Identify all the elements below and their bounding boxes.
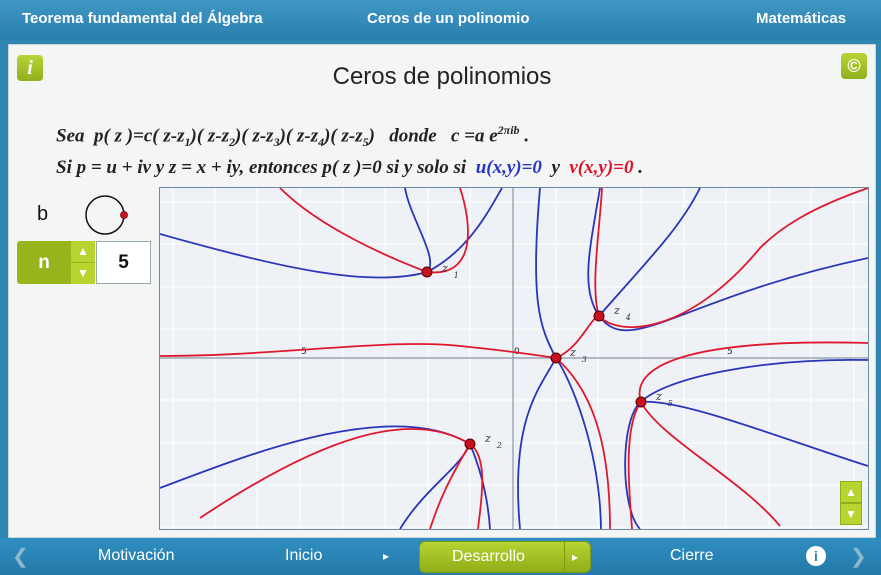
n-value-field[interactable]: 5 xyxy=(96,241,151,284)
top-bar: Teorema fundamental del Álgebra Ceros de… xyxy=(0,0,881,40)
v-curve-12 xyxy=(640,401,781,527)
graph-svg: 5 0 5 z1 z2 z3 z4 z5 xyxy=(160,188,868,529)
zoom-in-button[interactable]: ▲ xyxy=(840,481,862,503)
tick-label-neg5: 5 xyxy=(301,347,307,357)
course-title: Teorema fundamental del Álgebra xyxy=(22,10,263,27)
zero-label-4: z4 xyxy=(613,304,631,322)
prev-arrow-icon[interactable]: ❮ xyxy=(12,544,29,569)
b-handle[interactable] xyxy=(120,211,128,219)
desarrollo-arrow-icon: ▸ xyxy=(572,550,579,564)
u-curve-14 xyxy=(640,400,868,467)
zero-point-1[interactable] xyxy=(421,266,433,278)
zero-label-3: z3 xyxy=(569,346,587,364)
page-title: Ceros de polinomios xyxy=(332,63,552,90)
zero-label-2: z2 xyxy=(484,432,502,450)
n-decrement-button[interactable]: ▼ xyxy=(71,263,95,284)
u-curve-15 xyxy=(640,358,868,403)
desarrollo-divider xyxy=(564,542,565,572)
formula-condition: Si p = u + iv y z = x + iy, entonces p( … xyxy=(56,157,643,178)
nav-cierre[interactable]: Cierre xyxy=(670,547,714,565)
zero-label-5: z5 xyxy=(655,390,673,408)
v-curve-8 xyxy=(469,443,484,529)
v-curve-5 xyxy=(555,315,600,359)
nav-motivacion[interactable]: Motivación xyxy=(98,547,174,565)
zero-point-2[interactable] xyxy=(464,438,476,450)
v-curve-7 xyxy=(429,443,471,529)
u-curve-2 xyxy=(404,188,432,273)
zero-point-5[interactable] xyxy=(635,396,647,408)
content-panel: i © Ceros de polinomios Sea p( z )=c( z-… xyxy=(8,44,876,538)
b-angle-control[interactable] xyxy=(83,191,131,239)
b-label: b xyxy=(37,203,49,225)
zero-point-3[interactable] xyxy=(550,352,562,364)
v-curve-6 xyxy=(199,428,471,519)
v-curve-9 xyxy=(598,188,868,328)
subject-title: Matemáticas xyxy=(756,10,847,27)
zero-point-4[interactable] xyxy=(593,310,605,322)
zoom-out-button[interactable]: ▼ xyxy=(840,503,862,525)
n-label: n xyxy=(17,241,71,284)
n-increment-button[interactable]: ▲ xyxy=(71,241,95,263)
graph-area[interactable]: 5 0 5 z1 z2 z3 z4 z5 xyxy=(159,187,869,530)
nav-desarrollo-button[interactable]: Desarrollo ▸ xyxy=(419,541,591,573)
inicio-arrow-icon: ▸ xyxy=(383,549,390,563)
lesson-title: Ceros de un polinomio xyxy=(367,10,530,27)
u-curve-4 xyxy=(535,188,557,359)
v-curve-1 xyxy=(160,343,557,359)
u-curve-11 xyxy=(598,188,701,317)
u-curve-12 xyxy=(598,257,868,332)
help-info-icon[interactable]: i xyxy=(806,546,826,566)
nav-desarrollo: Desarrollo xyxy=(452,548,525,565)
v-curve-2 xyxy=(279,188,428,273)
formula-definition: Sea p( z )=c( z-z1)( z-z2)( z-z3)( z-z4)… xyxy=(56,123,530,150)
bottom-nav: ❮ Motivación Inicio ▸ Desarrollo ▸ Cierr… xyxy=(0,538,881,575)
nav-inicio[interactable]: Inicio xyxy=(285,547,322,565)
u-curve-7 xyxy=(160,425,471,489)
n-control: n ▲ ▼ 5 xyxy=(17,241,151,284)
v-curve-11 xyxy=(638,341,868,403)
next-arrow-icon[interactable]: ❯ xyxy=(850,544,867,569)
